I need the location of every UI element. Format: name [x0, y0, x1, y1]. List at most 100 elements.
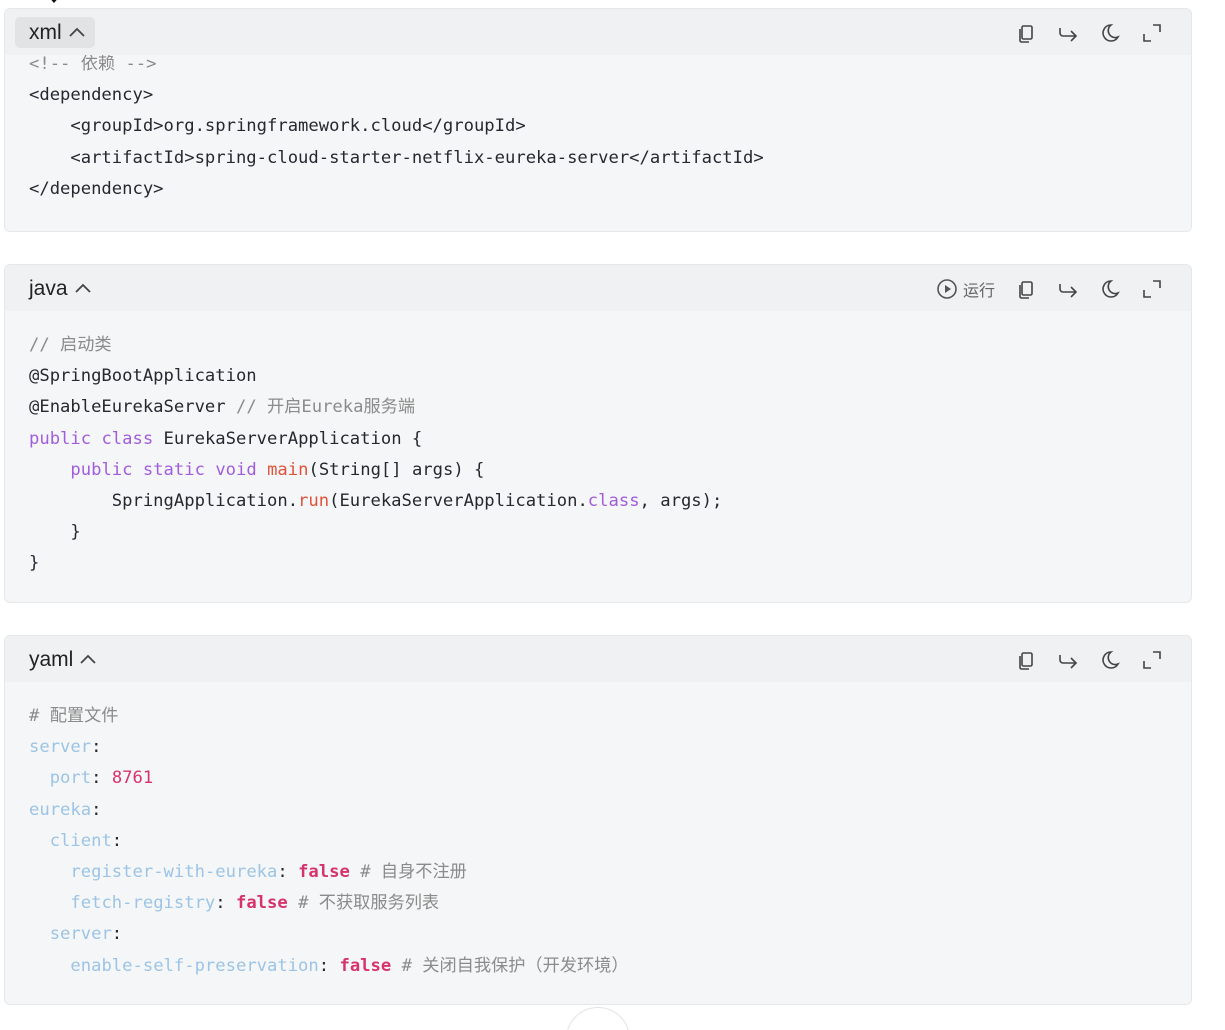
code-token: @SpringBootApplication [29, 366, 257, 387]
wrap-button[interactable] [1047, 275, 1089, 303]
code-token: : [91, 737, 102, 758]
code-token: : [318, 955, 340, 976]
code-line: client: [29, 831, 122, 851]
code-line: public static void main(String[] args) { [29, 460, 484, 480]
code-token: SpringApplication. [29, 491, 299, 512]
moon-icon [1102, 24, 1120, 42]
code-token-cmt: // 启动类 [29, 335, 112, 355]
code-line: </dependency> [29, 179, 164, 199]
run-label: 运行 [962, 281, 995, 300]
wrap-icon [1059, 655, 1078, 669]
code-token-kw: class [101, 428, 154, 449]
code-token: @EnableEurekaServer [29, 397, 236, 418]
fullscreen-icon [1143, 280, 1161, 298]
moon-icon [1102, 651, 1120, 669]
code-token-kw: void [215, 459, 257, 480]
code-token-bool: false [298, 862, 350, 883]
code-line: } [29, 553, 39, 573]
code-block-yaml: yaml # 配置文件 server: port: 8761 eureka: c… [4, 635, 1192, 1005]
fullscreen-button[interactable] [1131, 275, 1173, 303]
wrap-icon [1059, 28, 1078, 42]
copy-icon [1019, 652, 1033, 670]
code-token-key: register-with-eureka [70, 862, 278, 883]
moon-icon [1102, 280, 1120, 298]
code-toolbar: 运行 [936, 275, 1173, 303]
code-token: : [111, 830, 123, 851]
code-token-key: enable-self-preservation [70, 955, 319, 976]
code-token: } [29, 522, 81, 543]
code-block-xml: xml <!-- 依赖 --> <dependency> <groupId>or… [4, 8, 1192, 232]
run-button[interactable]: 运行 [936, 277, 995, 301]
code-token-cmt: # 自身不注册 [360, 862, 467, 883]
code-token: <groupId>org.springframework.cloud</grou… [29, 116, 526, 137]
language-toggle[interactable]: java [15, 273, 101, 304]
code-token: : [111, 924, 123, 945]
code-token-kw: public [29, 428, 92, 449]
code-token: } [29, 553, 40, 574]
wrap-icon [1059, 284, 1078, 298]
code-line: server: [29, 737, 101, 757]
copy-button[interactable] [1005, 19, 1047, 47]
code-line: register-with-eureka: false # 自身不注册 [29, 862, 467, 883]
code-content: // 启动类 @SpringBootApplication @EnableEur… [5, 330, 1191, 580]
code-line: public class EurekaServerApplication { [29, 429, 422, 449]
code-token-key: port [49, 768, 92, 789]
code-token: : [215, 893, 236, 914]
code-line: server: [29, 924, 122, 944]
code-line: <!-- 依赖 --> [29, 54, 157, 74]
code-line: <artifactId>spring-cloud-starter-netflix… [29, 147, 764, 168]
language-label: java [29, 276, 68, 300]
code-line: # 配置文件 [29, 706, 118, 726]
copy-icon [1019, 25, 1033, 43]
wrap-button[interactable] [1047, 19, 1089, 47]
code-token-num: 8761 [111, 768, 154, 789]
code-token-kw: class [587, 491, 640, 512]
copy-button[interactable] [1005, 646, 1047, 674]
code-token-kw: public [70, 459, 133, 480]
theme-button[interactable] [1089, 19, 1131, 47]
language-toggle[interactable]: xml [15, 17, 95, 48]
fullscreen-button[interactable] [1131, 646, 1173, 674]
code-token-fn: run [298, 491, 330, 512]
copy-button[interactable] [1005, 275, 1047, 303]
wrap-button[interactable] [1047, 646, 1089, 674]
code-line: @EnableEurekaServer // 开启Eureka服务端 [29, 397, 415, 417]
theme-button[interactable] [1089, 646, 1131, 674]
code-token-key: fetch-registry [70, 893, 216, 914]
code-line: } [29, 522, 81, 543]
fullscreen-icon [1143, 24, 1161, 42]
code-token: : [91, 768, 112, 789]
code-line: enable-self-preservation: false # 关闭自我保护… [29, 955, 629, 976]
chevron-up-icon [80, 654, 96, 664]
code-token-key: client [49, 830, 112, 851]
code-token-bool: false [339, 955, 392, 976]
theme-button[interactable] [1089, 275, 1131, 303]
scroll-button[interactable] [566, 1007, 630, 1030]
language-label: yaml [29, 647, 74, 671]
code-token-key: server [49, 924, 112, 945]
pointer-marker [46, 0, 62, 3]
code-line: SpringApplication.run(EurekaServerApplic… [29, 491, 723, 512]
language-label: xml [29, 20, 62, 44]
fullscreen-button[interactable] [1131, 19, 1173, 47]
code-line: @SpringBootApplication [29, 366, 257, 386]
code-token: , args); [639, 491, 723, 512]
code-token-kw: static [142, 459, 205, 480]
language-toggle[interactable]: yaml [15, 644, 106, 675]
code-token: <artifactId>spring-cloud-starter-netflix… [29, 147, 764, 168]
code-token: : [277, 862, 299, 883]
code-content: # 配置文件 server: port: 8761 eureka: client… [5, 701, 1191, 982]
fullscreen-icon [1143, 651, 1161, 669]
code-token: EurekaServerApplication { [153, 428, 423, 449]
code-line: port: 8761 [29, 768, 154, 789]
code-token-cmt: # 关闭自我保护（开发环境） [401, 955, 629, 976]
chevron-up-icon [69, 27, 85, 37]
